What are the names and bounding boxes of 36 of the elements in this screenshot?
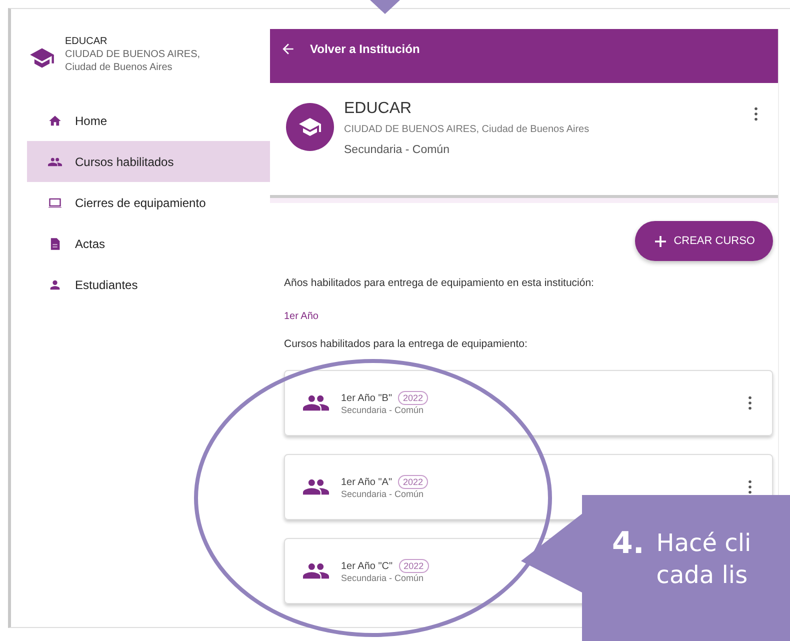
more-options-icon[interactable] (748, 480, 752, 494)
institution-name: EDUCAR (344, 99, 413, 119)
year-badge: 2022 (398, 559, 429, 573)
course-level: Secundaria - Común (341, 489, 424, 499)
sidebar-item[interactable]: Home (27, 100, 270, 141)
sidebar-item[interactable]: Cierres de equipamiento (27, 182, 270, 223)
callout-text: cada lis (656, 560, 749, 591)
year-badge: 2022 (398, 391, 428, 405)
institution-location: CIUDAD DE BUENOS AIRES, (65, 48, 200, 61)
course-card[interactable]: 1er Año "B" 2022 Secundaria - Común (284, 370, 773, 436)
institution-location: CIUDAD DE BUENOS AIRES, Ciudad de Buenos Aires (344, 123, 590, 137)
institution-avatar-icon (286, 103, 334, 151)
year-link[interactable]: 1er Año (284, 311, 773, 322)
institution-location: Ciudad de Buenos Aires (65, 61, 174, 74)
plus-icon (654, 236, 666, 246)
pointer-triangle (370, 0, 400, 14)
more-options-icon[interactable] (748, 396, 752, 410)
sidebar-item[interactable]: Actas (27, 223, 270, 264)
back-button[interactable]: Volver a Institución (270, 41, 430, 57)
home-icon (47, 114, 63, 128)
create-course-button[interactable]: CREAR CURSO (634, 221, 773, 261)
institution-name: EDUCAR (65, 35, 108, 48)
sidebar-item[interactable]: Cursos habilitados (27, 141, 270, 182)
course-name: 1er Año "A" (341, 476, 392, 488)
years-heading: Años habilitados para entrega de equipamiento en esta institución: (284, 277, 595, 289)
institution-level: Secundaria - Común (344, 143, 450, 158)
course-level: Secundaria - Común (341, 573, 424, 583)
course-name: 1er Año "C" (341, 560, 393, 572)
more-options-icon[interactable] (754, 107, 758, 121)
sidebar-item[interactable]: Estudiantes (27, 264, 270, 305)
courses-heading: Cursos habilitados para la entrega de equipamiento: (284, 338, 528, 350)
course-level: Secundaria - Común (341, 405, 424, 415)
year-badge: 2022 (398, 475, 428, 489)
laptop-icon (47, 196, 63, 210)
back-arrow-icon (280, 41, 296, 57)
course-name: 1er Año "B" (341, 392, 392, 404)
